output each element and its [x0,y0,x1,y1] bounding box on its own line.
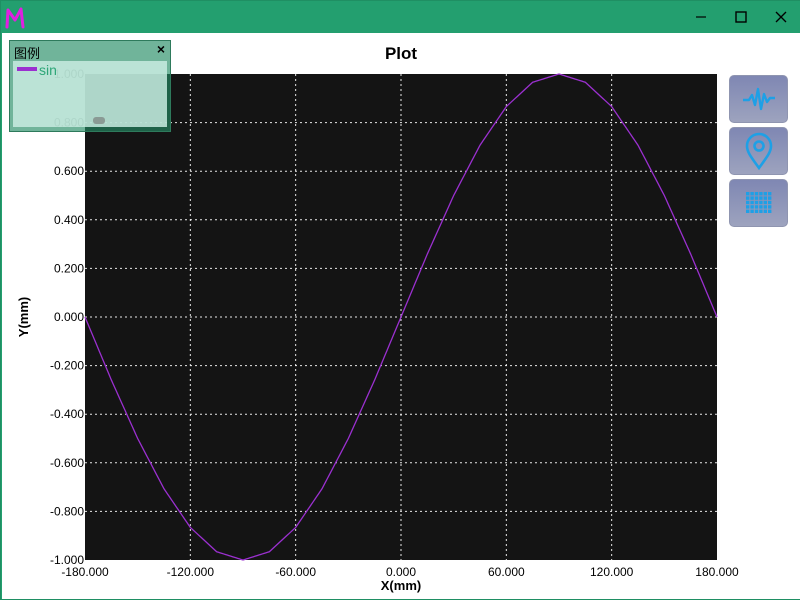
grid-icon-cell [767,205,771,209]
legend-panel[interactable]: 图例 × sin [9,40,171,132]
close-button[interactable] [761,1,800,33]
grid-icon-cell [754,200,758,205]
y-tick-label: -0.400 [50,407,84,421]
grid-icon-cell [754,205,758,209]
grid-icon-cell [767,196,771,200]
grid-icon-cell [767,209,771,213]
chart-title: Plot [385,44,417,63]
y-tick-label: -0.800 [50,504,84,518]
grid-icon-cell [749,196,754,200]
legend-body: sin [13,61,167,127]
close-icon [775,11,787,23]
waveform-icon [742,87,775,111]
y-tick-label: 0.000 [54,310,84,324]
y-tick-label: -0.600 [50,456,84,470]
grid-icon-cell [745,209,749,213]
grid-icon-cell [749,209,754,213]
grid-icon-cell [754,192,758,196]
legend-swatch [17,67,37,71]
y-tick-label: 0.600 [54,164,84,178]
y-tick-label: 0.200 [54,261,84,275]
location-pin-icon [745,132,772,170]
grid-icon-cell [758,205,763,209]
minimize-button[interactable] [681,1,721,33]
y-axis-label: Y(mm) [16,297,31,337]
grid-icon-cell [745,200,749,205]
grid-icon-cell [767,200,771,205]
waveform-button[interactable] [729,75,788,123]
y-tick-label: 0.400 [54,213,84,227]
minimize-icon [696,16,706,18]
grid-icon-cell [763,209,767,213]
x-tick-label: -180.000 [61,565,109,579]
y-tick-label: -0.200 [50,359,84,373]
y-tick-label: -1.000 [50,553,84,567]
x-tick-label: -60.000 [275,565,316,579]
grid-table-button[interactable] [729,179,788,227]
legend-title: 图例 [14,47,41,62]
grid-icon-cell [745,192,749,196]
legend-resize-grip[interactable] [93,117,105,124]
legend-close-button[interactable]: × [157,41,165,57]
x-tick-label: 180.000 [695,565,739,579]
app-window: -180.000 -120.000 -60.000 0.000 60.000 120.00… [0,0,800,600]
grid-icon-cell [763,196,767,200]
x-tick-label: 60.000 [488,565,525,579]
grid-icon-cell [749,205,754,209]
maximize-button[interactable] [721,1,761,33]
grid-icon-cell [758,200,763,205]
grid-icon-cell [763,200,767,205]
grid-icon-cell [758,192,763,196]
grid-icon-cell [758,209,763,213]
x-tick-label: 0.000 [386,565,416,579]
title-bar[interactable] [1,1,800,33]
grid-icon-cell [745,196,749,200]
app-logo-icon [5,7,25,29]
maximize-icon [735,11,747,23]
grid-icon-cell [754,209,758,213]
x-axis-label: X(mm) [381,578,421,593]
grid-icon-cell [767,192,771,196]
grid-icon-cell [754,196,758,200]
x-tick-label: -120.000 [167,565,215,579]
grid-icon-cell [749,192,754,196]
location-pin-button[interactable] [729,127,788,175]
grid-icon-cell [749,200,754,205]
grid-icon-cell [758,196,763,200]
grid-icon-cell [745,205,749,209]
legend-item-label[interactable]: sin [39,62,57,78]
grid-icon-cell [763,192,767,196]
grid-table-icon [745,192,771,213]
grid-icon-cell [763,205,767,209]
x-tick-label: 120.000 [590,565,634,579]
